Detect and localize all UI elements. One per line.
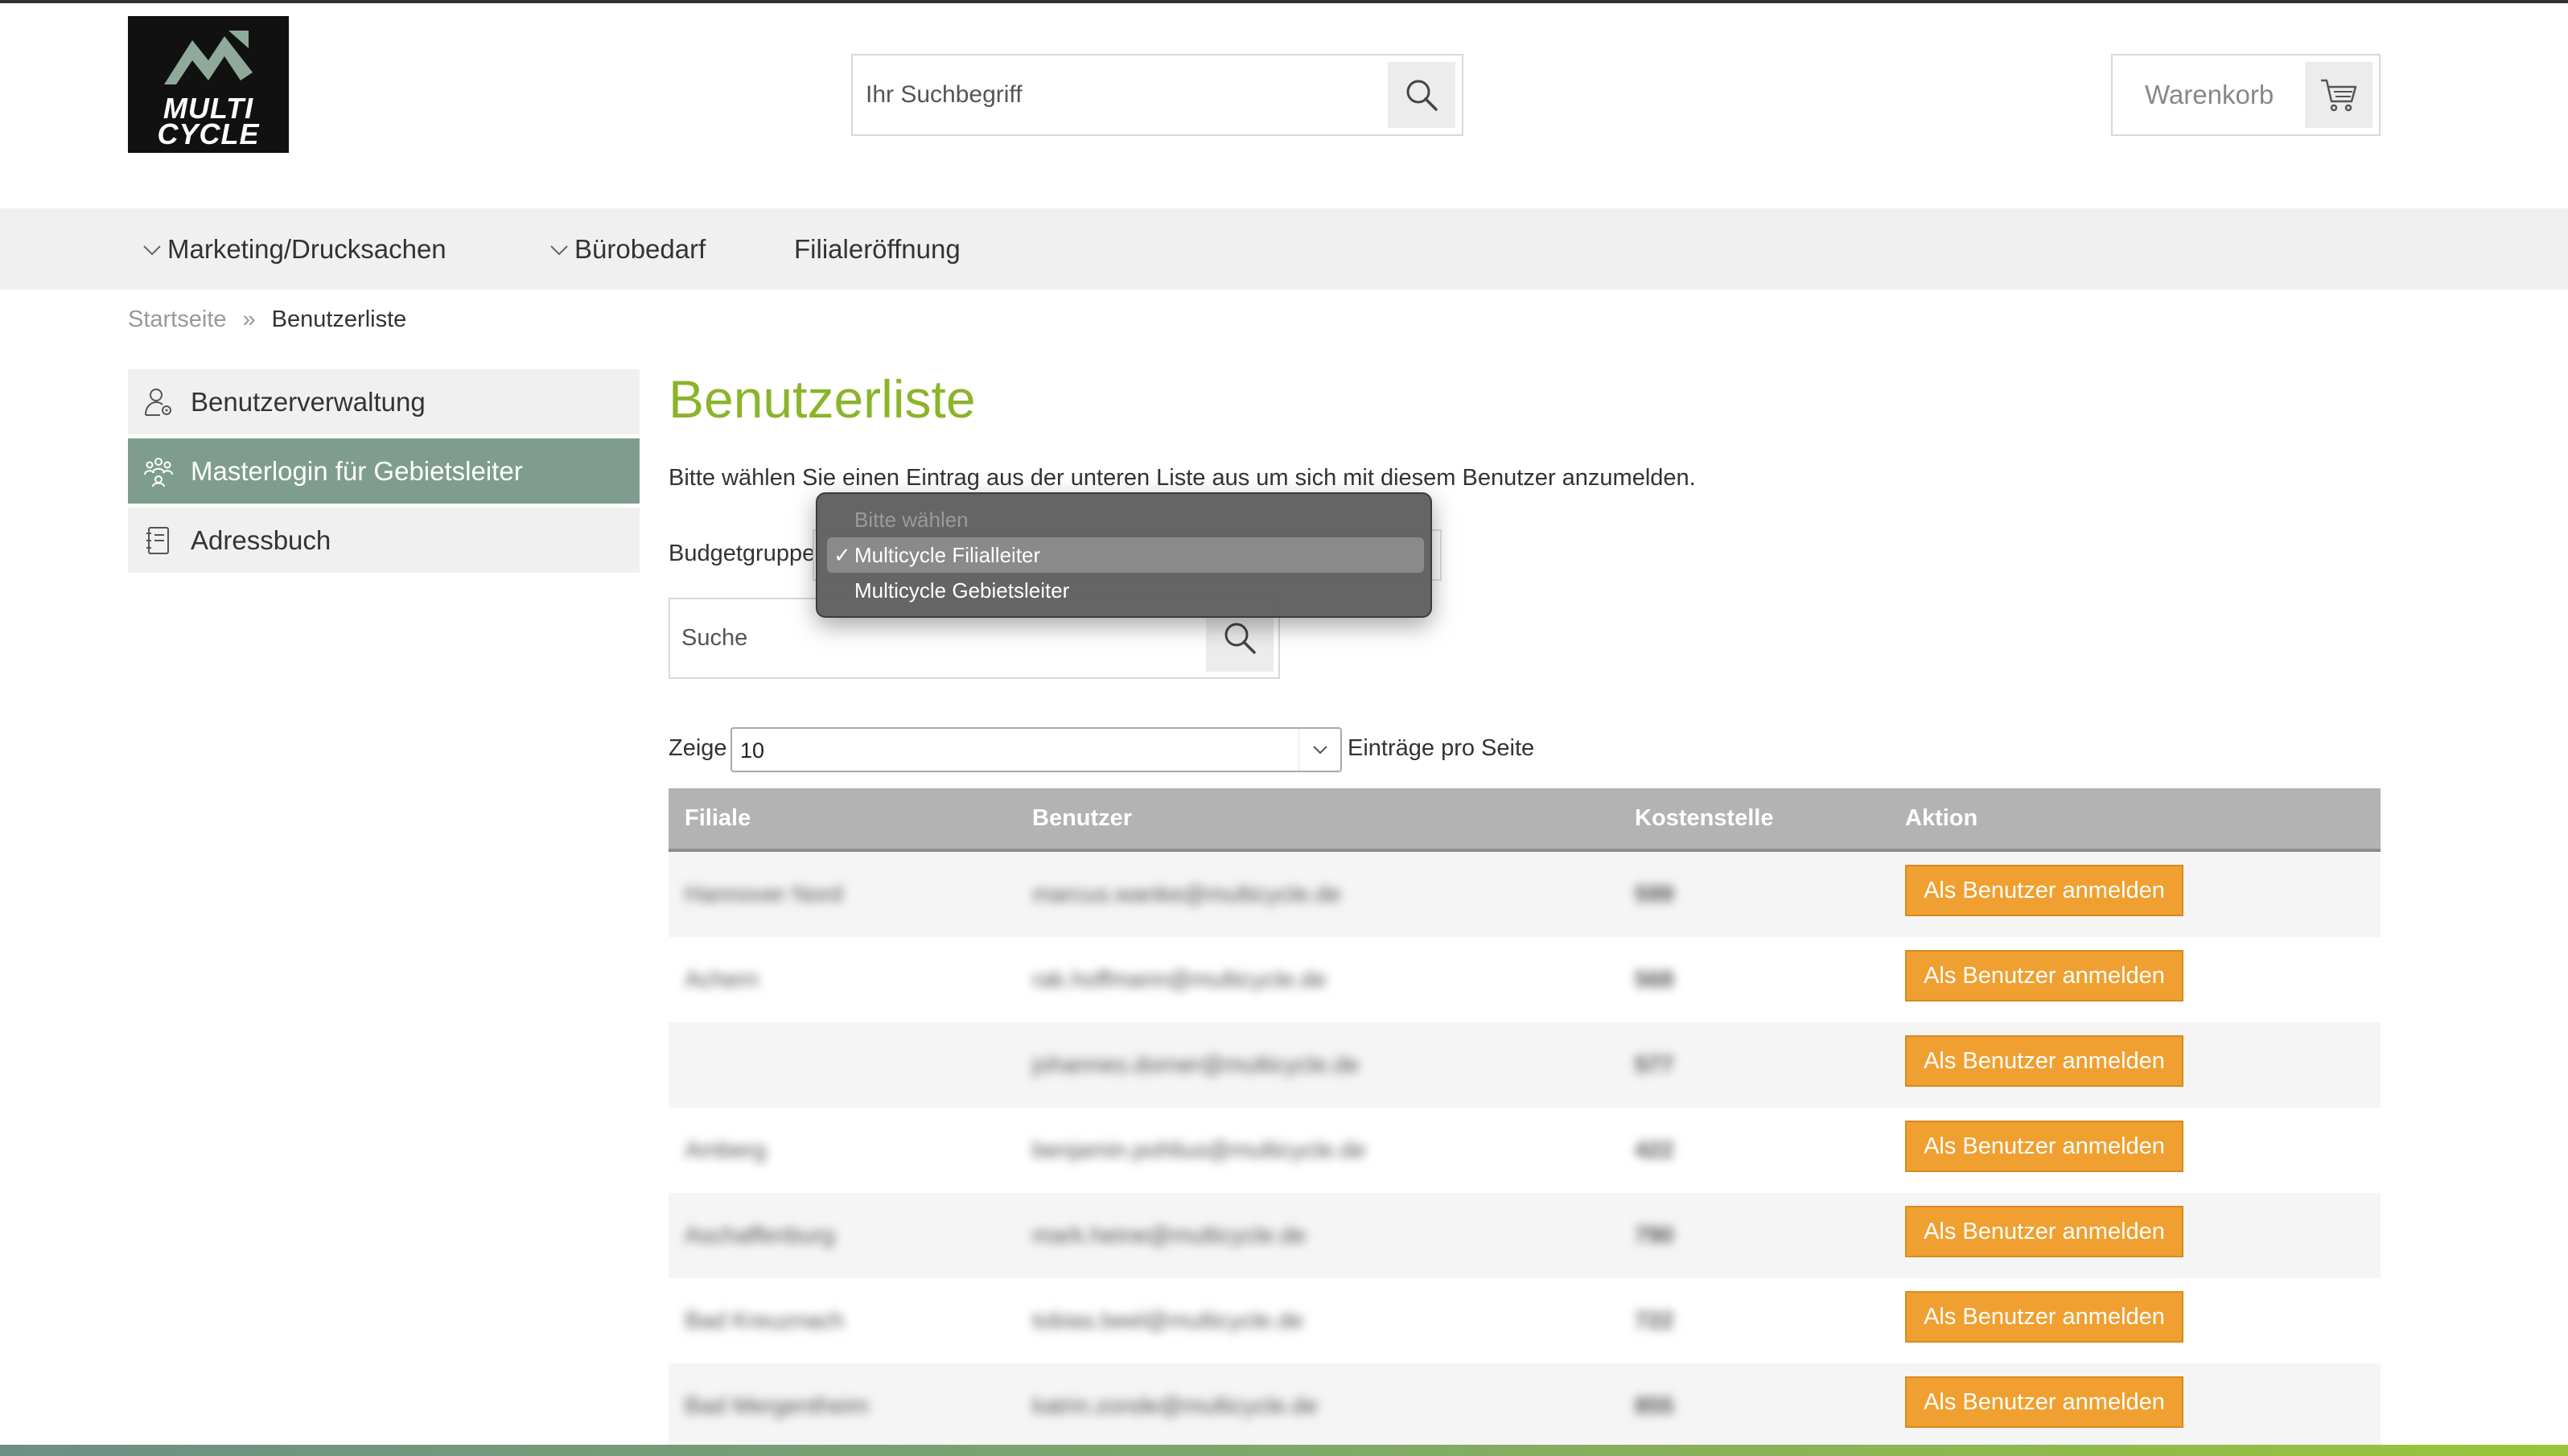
cart-icon-button[interactable] — [2305, 62, 2373, 128]
cell-benutzer: katrin.zonde@multicycle.de — [1032, 1392, 1319, 1419]
cell-benutzer: mark.heine@multicycle.de — [1032, 1222, 1307, 1248]
dropdown-option-placeholder: Bitte wählen — [827, 502, 1424, 537]
budgetgroup-label: Budgetgruppe — [669, 541, 816, 566]
dropdown-option-label: Multicycle Gebietsleiter — [854, 578, 1070, 603]
cell-filiale: Achern — [685, 966, 759, 993]
cell-kostenstelle: 790 — [1635, 1222, 1674, 1248]
cell-kostenstelle: 599 — [1635, 881, 1674, 907]
page-title: Benutzerliste — [669, 369, 976, 429]
chevron-down-icon — [549, 241, 570, 257]
login-as-user-button[interactable]: Als Benutzer anmelden — [1905, 865, 2183, 916]
header-search-input[interactable] — [866, 56, 1381, 134]
cart-label: Warenkorb — [2145, 80, 2274, 109]
cell-kostenstelle: 422 — [1635, 1137, 1674, 1163]
nav-item-buerobedarf[interactable]: Bürobedarf — [549, 208, 706, 290]
table-row: Bad Kreuznach tobias.beel@multicycle.de … — [669, 1278, 2381, 1363]
cell-filiale: Bad Kreuznach — [685, 1307, 845, 1334]
main-nav: Marketing/Drucksachen Bürobedarf Filiale… — [0, 208, 2568, 290]
login-as-user-button[interactable]: Als Benutzer anmelden — [1905, 950, 2183, 1002]
chevron-down-icon — [142, 241, 163, 257]
budgetgroup-dropdown-menu: Bitte wählen ✓ Multicycle Filialleiter M… — [816, 492, 1432, 618]
cell-benutzer: marcus.wanke@multicycle.de — [1032, 881, 1342, 907]
cell-kostenstelle: 855 — [1635, 1392, 1674, 1419]
nav-item-label: Marketing/Drucksachen — [167, 233, 447, 264]
cell-filiale: Aschaffenburg — [685, 1222, 835, 1248]
nav-item-marketing[interactable]: Marketing/Drucksachen — [142, 208, 447, 290]
checkmark-icon: ✓ — [833, 542, 851, 567]
chevron-down-icon — [1298, 729, 1340, 771]
dropdown-option-filialleiter[interactable]: ✓ Multicycle Filialleiter — [827, 537, 1424, 573]
cell-kostenstelle: 577 — [1635, 1051, 1674, 1078]
search-icon — [1224, 623, 1256, 654]
table-row: Aschaffenburg mark.heine@multicycle.de 7… — [669, 1193, 2381, 1278]
dropdown-option-label: Bitte wählen — [854, 507, 969, 532]
sidebar-item-label: Benutzerverwaltung — [191, 386, 426, 417]
footer-gradient-strip — [0, 1445, 2568, 1456]
cell-filiale: Hannover Nord — [685, 881, 843, 907]
cell-filiale: Amberg — [685, 1137, 767, 1163]
top-border — [0, 0, 2568, 3]
breadcrumb: Startseite » Benutzerliste — [128, 306, 406, 333]
table-row: Achern rak.hoffmann@multicycle.de 568 Al… — [669, 937, 2381, 1022]
dropdown-option-gebietsleiter[interactable]: Multicycle Gebietsleiter — [827, 573, 1424, 608]
cell-kostenstelle: 722 — [1635, 1307, 1674, 1334]
nav-item-filialeroeffnung[interactable]: Filialeröffnung — [794, 208, 961, 290]
table-header: Filiale Benutzer Kostenstelle Aktion — [669, 788, 2381, 852]
header-search — [851, 54, 1463, 136]
show-label: Zeige — [669, 735, 727, 761]
breadcrumb-separator: » — [242, 306, 256, 332]
cell-kostenstelle: 568 — [1635, 966, 1674, 993]
login-as-user-button[interactable]: Als Benutzer anmelden — [1905, 1121, 2183, 1172]
cart-button[interactable]: Warenkorb — [2111, 54, 2381, 136]
search-icon — [1406, 80, 1438, 111]
login-as-user-button[interactable]: Als Benutzer anmelden — [1905, 1376, 2183, 1428]
table-row: johannes.dorner@multicycle.de 577 Als Be… — [669, 1022, 2381, 1108]
logo-mark-icon — [164, 31, 253, 84]
login-as-user-button[interactable]: Als Benutzer anmelden — [1905, 1291, 2183, 1343]
address-book-icon — [142, 524, 175, 557]
table-row: Bad Mergentheim katrin.zonde@multicycle.… — [669, 1363, 2381, 1449]
cell-benutzer: rak.hoffmann@multicycle.de — [1032, 966, 1327, 993]
cart-icon — [2321, 79, 2357, 112]
breadcrumb-home-link[interactable]: Startseite — [128, 306, 227, 333]
cell-benutzer: tobias.beel@multicycle.de — [1032, 1307, 1304, 1334]
cell-benutzer: johannes.dorner@multicycle.de — [1032, 1051, 1360, 1078]
column-header-benutzer[interactable]: Benutzer — [1032, 788, 1132, 849]
nav-item-label: Bürobedarf — [574, 233, 706, 264]
login-as-user-button[interactable]: Als Benutzer anmelden — [1905, 1035, 2183, 1087]
entries-per-page-label: Einträge pro Seite — [1348, 735, 1535, 761]
logo[interactable]: MULTI CYCLE — [128, 16, 289, 153]
entries-per-page-select[interactable]: 10 — [730, 727, 1342, 772]
breadcrumb-current: Benutzerliste — [271, 306, 407, 332]
column-header-aktion: Aktion — [1905, 805, 1978, 831]
sidebar-item-masterlogin[interactable]: Masterlogin für Gebietsleiter — [128, 438, 640, 504]
column-header-kostenstelle[interactable]: Kostenstelle — [1635, 788, 1773, 849]
sidebar-item-label: Masterlogin für Gebietsleiter — [191, 455, 523, 486]
table-row: Hannover Nord marcus.wanke@multicycle.de… — [669, 852, 2381, 937]
table-row: Amberg benjamin.pohlius@multicycle.de 42… — [669, 1108, 2381, 1193]
entries-per-page-value: 10 — [740, 738, 765, 763]
logo-text-line2: CYCLE — [157, 117, 260, 150]
user-table: Filiale Benutzer Kostenstelle Aktion Han… — [669, 788, 2381, 1449]
intro-text: Bitte wählen Sie einen Eintrag aus der u… — [669, 465, 1696, 491]
users-group-icon — [142, 455, 175, 487]
cell-filiale: Bad Mergentheim — [685, 1392, 869, 1419]
nav-item-label: Filialeröffnung — [794, 233, 961, 264]
sidebar-item-benutzerverwaltung[interactable]: Benutzerverwaltung — [128, 369, 640, 434]
column-header-filiale[interactable]: Filiale — [685, 788, 751, 849]
cell-benutzer: benjamin.pohlius@multicycle.de — [1032, 1137, 1366, 1163]
dropdown-option-label: Multicycle Filialleiter — [854, 542, 1041, 567]
user-gear-icon — [142, 386, 175, 418]
sidebar-item-label: Adressbuch — [191, 524, 331, 555]
header-search-button[interactable] — [1388, 62, 1455, 128]
login-as-user-button[interactable]: Als Benutzer anmelden — [1905, 1206, 2183, 1257]
sidebar-item-adressbuch[interactable]: Adressbuch — [128, 508, 640, 573]
